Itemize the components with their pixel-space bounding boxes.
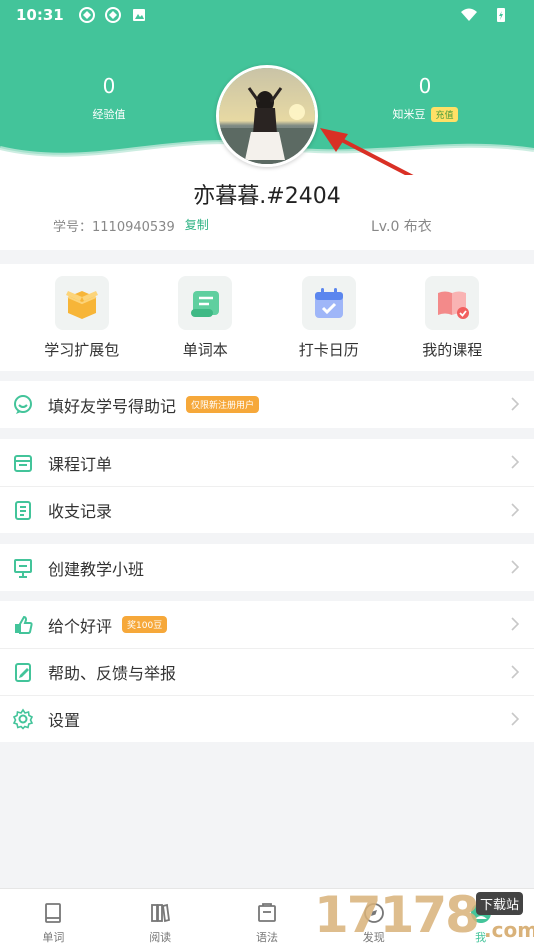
status-time: 10:31 xyxy=(16,6,64,24)
document-icon xyxy=(258,903,276,922)
menu-item-settings[interactable]: 设置 xyxy=(0,695,534,742)
menu-group-orders: 课程订单 收支记录 xyxy=(0,439,534,533)
shortcut-study-pack[interactable]: 学习扩展包 xyxy=(27,264,137,371)
receipt-icon xyxy=(15,501,31,520)
shortcut-checkin-calendar[interactable]: 打卡日历 xyxy=(274,264,384,371)
menu-item-help-feedback[interactable]: 帮助、反馈与举报 xyxy=(0,648,534,695)
menu-item-label: 给个好评 xyxy=(48,616,113,636)
chevron-right-icon xyxy=(511,665,520,679)
menu-group-class: 创建教学小班 xyxy=(0,544,534,591)
thumbs-up-icon xyxy=(15,615,33,634)
new-user-badge: 仅限新注册用户 xyxy=(186,396,260,413)
watermark-domain: .com xyxy=(484,918,534,942)
package-icon xyxy=(65,291,98,319)
menu-item-label: 填好友学号得助记 xyxy=(48,396,177,416)
gear-icon xyxy=(12,708,34,730)
image-notification-icon xyxy=(132,9,145,21)
calendar-icon xyxy=(314,288,343,318)
menu-item-course-orders[interactable]: 课程订单 xyxy=(0,439,534,486)
shortcut-label: 我的课程 xyxy=(422,341,483,359)
tab-reading[interactable]: 阅读 xyxy=(107,889,214,950)
watermark-digits: 17178 xyxy=(314,886,480,944)
wifi-icon xyxy=(461,8,477,21)
tab-label: 单词 xyxy=(42,931,65,944)
tab-grammar[interactable]: 语法 xyxy=(214,889,321,950)
student-id: 学号：1110940539 xyxy=(53,220,175,235)
shortcut-grid: 学习扩展包 单词本 打卡日历 我的课程 xyxy=(0,264,534,371)
avatar[interactable] xyxy=(216,65,318,167)
shortcut-label: 打卡日历 xyxy=(298,341,359,359)
beans-value: 0 xyxy=(418,74,432,98)
presentation-icon xyxy=(14,558,32,578)
watermark-badge: 下载站 xyxy=(476,892,524,915)
book-icon xyxy=(45,903,62,923)
menu-item-label: 创建教学小班 xyxy=(48,559,145,579)
app-notification-icon xyxy=(78,7,95,23)
reward-badge: 奖100豆 xyxy=(122,616,168,633)
feedback-icon xyxy=(15,663,31,682)
menu-item-label: 帮助、反馈与举报 xyxy=(48,664,177,683)
shortcut-wordbook[interactable]: 单词本 xyxy=(150,264,260,371)
chevron-right-icon xyxy=(511,617,520,631)
app-notification-icon xyxy=(104,7,121,23)
watermark-logo: 17178 下载站 .com xyxy=(308,880,534,950)
order-icon xyxy=(14,454,32,472)
menu-item-transactions[interactable]: 收支记录 xyxy=(0,486,534,533)
menu-group-support: 给个好评 奖100豆 帮助、反馈与举报 设置 xyxy=(0,601,534,742)
shortcut-label: 单词本 xyxy=(182,341,228,359)
scroll-icon xyxy=(191,291,220,317)
exp-label: 经验值 xyxy=(92,108,126,121)
beans-label: 知米豆 xyxy=(392,108,426,121)
menu-item-label: 课程订单 xyxy=(48,454,113,474)
beans-stat[interactable]: 0 知米豆 充值 xyxy=(355,74,495,122)
menu-item-rate-app[interactable]: 给个好评 奖100豆 xyxy=(0,601,534,648)
book-icon xyxy=(438,291,470,319)
chevron-right-icon xyxy=(511,503,520,517)
shortcut-my-courses[interactable]: 我的课程 xyxy=(397,264,507,371)
books-icon xyxy=(151,903,171,923)
tab-label: 阅读 xyxy=(149,931,172,944)
chevron-right-icon xyxy=(511,455,520,469)
menu-item-label: 设置 xyxy=(48,711,81,730)
exp-value: 0 xyxy=(102,74,116,98)
chevron-right-icon xyxy=(511,712,520,726)
menu-item-invite[interactable]: 填好友学号得助记 仅限新注册用户 xyxy=(0,381,534,428)
copy-id-button[interactable]: 复制 xyxy=(185,216,209,235)
battery-icon xyxy=(497,8,505,22)
user-level: Lv.0 布衣 xyxy=(371,219,432,235)
menu-group-invite: 填好友学号得助记 仅限新注册用户 xyxy=(0,381,534,428)
chevron-right-icon xyxy=(511,397,520,411)
status-bar: 10:31 xyxy=(0,0,534,30)
recharge-button[interactable]: 充值 xyxy=(431,106,458,122)
chat-icon xyxy=(14,394,32,414)
chevron-right-icon xyxy=(511,560,520,574)
tab-words[interactable]: 单词 xyxy=(0,889,107,950)
shortcut-label: 学习扩展包 xyxy=(44,341,120,359)
tab-label: 语法 xyxy=(255,931,278,944)
menu-item-create-class[interactable]: 创建教学小班 xyxy=(0,544,534,591)
username: 亦暮暮.#2404 xyxy=(193,184,341,209)
exp-stat[interactable]: 0 经验值 xyxy=(39,74,179,122)
student-id-row: 学号：1110940539 复制 xyxy=(53,216,209,235)
menu-item-label: 收支记录 xyxy=(48,502,113,521)
